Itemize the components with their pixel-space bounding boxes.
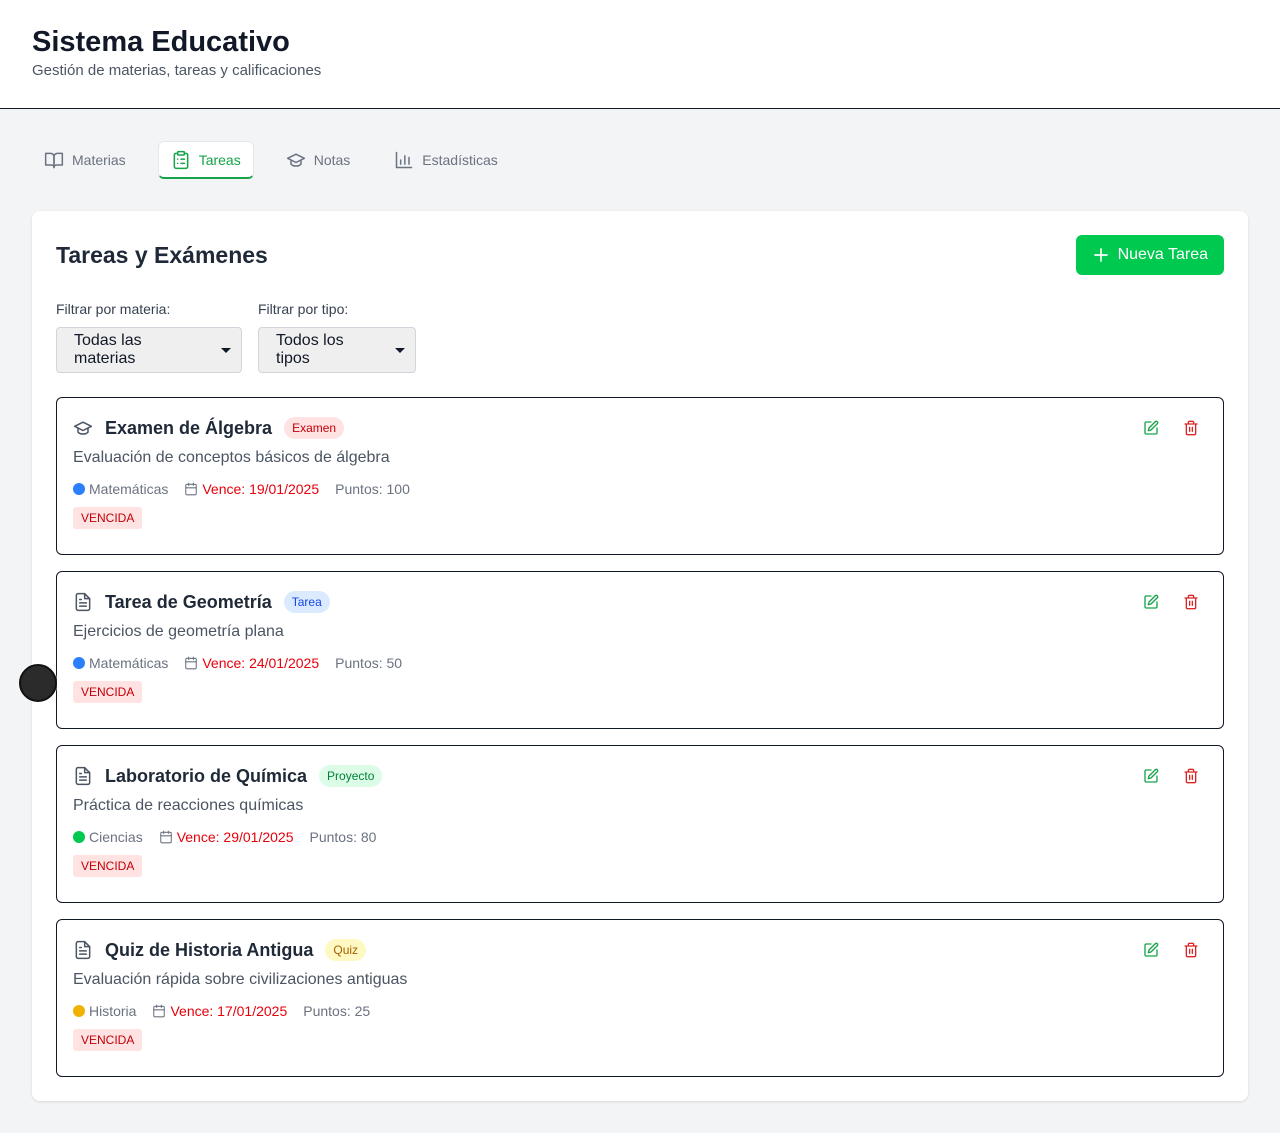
main-tabs: Materias Tareas Notas Estadísticas — [0, 141, 1280, 179]
file-text-icon — [75, 940, 91, 960]
task-points: Puntos: 25 — [303, 1003, 371, 1019]
card-header: Tareas y Exámenes Nueva Tarea — [56, 235, 1224, 275]
task-type-badge: Tarea — [283, 591, 330, 613]
plus-icon — [1093, 248, 1108, 262]
chevron-down-icon — [395, 347, 405, 353]
tab-estadisticas-label: Estadísticas — [422, 152, 498, 168]
chevron-down-icon — [221, 347, 231, 353]
clipboard-icon — [173, 150, 189, 169]
calendar-icon — [185, 656, 198, 670]
trash-icon[interactable] — [1183, 942, 1199, 958]
task-subject: Ciencias — [89, 829, 143, 845]
status-badge: VENCIDA — [73, 1029, 143, 1051]
tab-tareas[interactable]: Tareas — [157, 141, 254, 179]
subject-color-dot — [73, 831, 85, 843]
filter-tipo-label: Filtrar por tipo: — [258, 301, 349, 317]
calendar-icon — [185, 482, 198, 496]
task-title: Tarea de Geometría — [105, 591, 272, 612]
app-header: Sistema Educativo Gestión de materias, t… — [0, 0, 1280, 109]
status-badge: VENCIDA — [73, 681, 143, 703]
task-meta: Ciencias Vence: 29/01/2025 Puntos: 80 — [73, 829, 1207, 845]
task-card: Laboratorio de Química Proyecto Práctica… — [56, 745, 1224, 903]
graduation-cap-icon — [73, 421, 93, 435]
graduation-cap-icon — [286, 153, 305, 167]
tab-notas-label: Notas — [313, 152, 351, 168]
cursor-indicator — [19, 664, 57, 702]
task-points: Puntos: 100 — [335, 481, 410, 497]
task-card: Examen de Álgebra Examen Evaluación de c… — [56, 397, 1224, 555]
task-meta: Matemáticas Vence: 24/01/2025 Puntos: 50 — [73, 655, 1207, 671]
subject-color-dot — [73, 657, 85, 669]
task-title: Examen de Álgebra — [105, 417, 273, 438]
trash-icon[interactable] — [1183, 420, 1199, 436]
task-subject: Matemáticas — [89, 655, 169, 671]
task-actions — [1143, 420, 1199, 436]
new-task-label: Nueva Tarea — [1117, 246, 1208, 263]
task-due-date: Vence: 24/01/2025 — [202, 655, 320, 671]
edit-icon[interactable] — [1143, 942, 1159, 958]
materia-select-value: Todas las materias — [74, 332, 142, 367]
app-subtitle: Gestión de materias, tareas y calificaci… — [32, 62, 322, 79]
subject-color-dot — [73, 483, 85, 495]
task-meta: Historia Vence: 17/01/2025 Puntos: 25 — [73, 1003, 1207, 1019]
filter-tipo: Filtrar por tipo: Todos los tipos — [258, 301, 416, 373]
task-actions — [1143, 594, 1199, 610]
task-due-date: Vence: 19/01/2025 — [202, 481, 320, 497]
task-description: Evaluación rápida sobre civilizaciones a… — [73, 971, 408, 988]
task-title: Quiz de Historia Antigua — [105, 939, 314, 960]
file-text-icon — [75, 592, 91, 612]
edit-icon[interactable] — [1143, 594, 1159, 610]
edit-icon[interactable] — [1143, 768, 1159, 784]
new-task-button[interactable]: Nueva Tarea — [1075, 235, 1224, 275]
task-type-badge: Quiz — [325, 939, 367, 961]
file-text-icon — [75, 766, 91, 786]
task-points: Puntos: 80 — [309, 829, 377, 845]
task-list: Examen de Álgebra Examen Evaluación de c… — [56, 397, 1224, 1077]
app-title: Sistema Educativo — [32, 26, 290, 58]
tab-notas[interactable]: Notas — [274, 141, 363, 179]
filters: Filtrar por materia: Todas las materias … — [56, 301, 1224, 373]
tipo-select[interactable]: Todos los tipos — [258, 327, 416, 373]
task-due-date: Vence: 17/01/2025 — [170, 1003, 288, 1019]
task-title: Laboratorio de Química — [105, 765, 308, 786]
bar-chart-icon — [396, 151, 413, 169]
task-actions — [1143, 768, 1199, 784]
task-description: Práctica de reacciones químicas — [73, 797, 304, 814]
section-title: Tareas y Exámenes — [56, 241, 268, 268]
tipo-select-value: Todos los tipos — [276, 332, 344, 367]
book-icon — [44, 152, 64, 169]
task-type-badge: Proyecto — [319, 765, 383, 787]
tab-estadisticas[interactable]: Estadísticas — [382, 141, 509, 179]
status-badge: VENCIDA — [73, 507, 143, 529]
filter-materia-label: Filtrar por materia: — [56, 301, 171, 317]
calendar-icon — [153, 1004, 166, 1018]
task-points: Puntos: 50 — [335, 655, 403, 671]
status-badge: VENCIDA — [73, 855, 143, 877]
task-card: Quiz de Historia Antigua Quiz Evaluación… — [56, 919, 1224, 1077]
task-card: Tarea de Geometría Tarea Ejercicios de g… — [56, 571, 1224, 729]
edit-icon[interactable] — [1143, 420, 1159, 436]
tasks-card: Tareas y Exámenes Nueva Tarea Filtrar po… — [32, 211, 1248, 1101]
tab-tareas-label: Tareas — [198, 151, 241, 168]
task-meta: Matemáticas Vence: 19/01/2025 Puntos: 10… — [73, 481, 1207, 497]
task-subject: Matemáticas — [89, 481, 169, 497]
materia-select[interactable]: Todas las materias — [56, 327, 242, 373]
trash-icon[interactable] — [1183, 594, 1199, 610]
task-description: Ejercicios de geometría plana — [73, 623, 284, 640]
filter-materia: Filtrar por materia: Todas las materias — [56, 301, 242, 373]
trash-icon[interactable] — [1183, 768, 1199, 784]
task-description: Evaluación de conceptos básicos de álgeb… — [73, 449, 390, 466]
tab-materias[interactable]: Materias — [32, 141, 138, 179]
tab-materias-label: Materias — [72, 152, 126, 168]
task-due-date: Vence: 29/01/2025 — [176, 829, 294, 845]
task-type-badge: Examen — [284, 417, 345, 439]
calendar-icon — [159, 830, 172, 844]
task-actions — [1143, 942, 1199, 958]
subject-color-dot — [73, 1005, 85, 1017]
task-subject: Historia — [89, 1003, 137, 1019]
